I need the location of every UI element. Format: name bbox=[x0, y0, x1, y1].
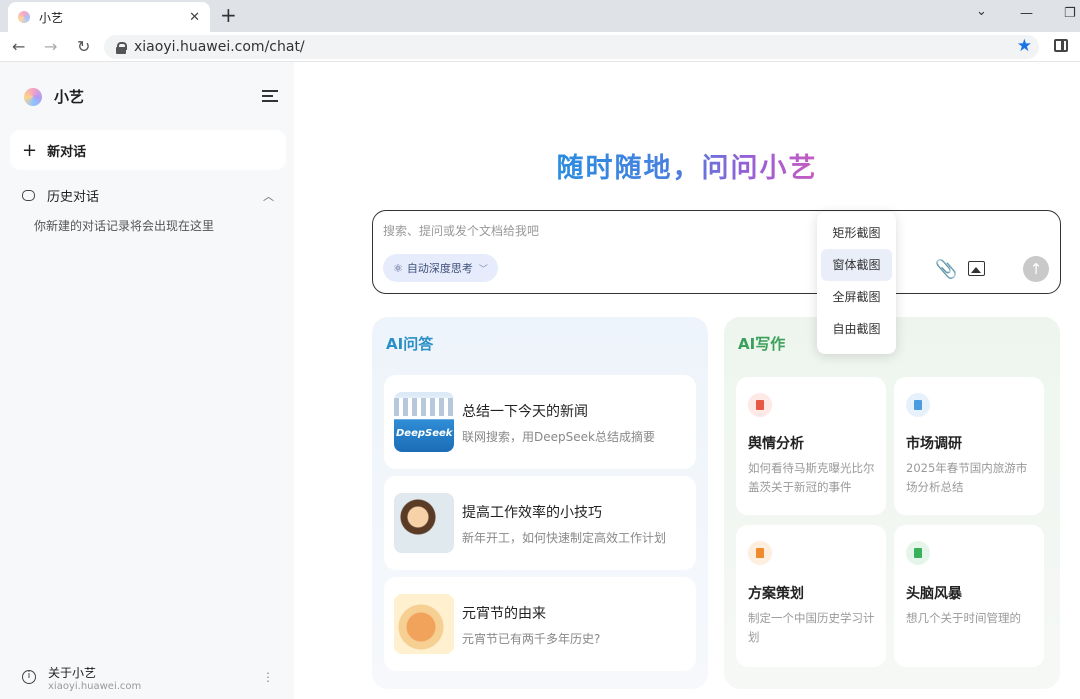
bookmark-star-icon[interactable]: ★ bbox=[1017, 36, 1032, 56]
lock-icon bbox=[116, 41, 127, 54]
address-bar[interactable]: xiaoyi.huawei.com/chat/ bbox=[104, 35, 1039, 59]
favicon-icon bbox=[18, 11, 30, 23]
history-label: 历史对话 bbox=[47, 190, 100, 205]
browser-tab[interactable]: 小艺 ✕ bbox=[8, 2, 210, 32]
new-chat-label: 新对话 bbox=[47, 144, 87, 160]
ai-writing-panel: AI写作 舆情分析 如何看待马斯克曝光比尔盖茨关于新冠的事件 市场调研 2025… bbox=[724, 317, 1060, 689]
collapse-sidebar-icon[interactable] bbox=[262, 90, 278, 102]
brand: 小艺 bbox=[24, 86, 84, 107]
lantern-festival-thumbnail bbox=[394, 594, 454, 654]
about-xiaoyi-link[interactable]: i 关于小艺 xiaoyi.huawei.com bbox=[22, 664, 141, 692]
history-section-toggle[interactable]: 历史对话 ︿ bbox=[22, 186, 274, 205]
menu-item-window-screenshot[interactable]: 窗体截图 bbox=[821, 249, 892, 281]
close-tab-icon[interactable]: ✕ bbox=[189, 10, 200, 25]
writing-card-title: 舆情分析 bbox=[748, 436, 804, 452]
atom-icon: ⚛ bbox=[393, 261, 403, 275]
image-upload-icon[interactable] bbox=[968, 261, 985, 276]
restore-button[interactable]: ❐ bbox=[1064, 6, 1076, 21]
chevron-down-icon: ﹀ bbox=[478, 264, 488, 275]
qa-card-subtitle: 新年开工，如何快速制定高效工作计划 bbox=[462, 531, 667, 545]
paperclip-icon[interactable]: 📎 bbox=[935, 259, 957, 280]
writing-card-subtitle: 如何看待马斯克曝光比尔盖茨关于新冠的事件 bbox=[748, 461, 875, 494]
writing-card[interactable]: 方案策划 制定一个中国历史学习计划 bbox=[736, 525, 886, 667]
qa-card[interactable]: 元宵节的由来 元宵节已有两千多年历史? bbox=[384, 577, 696, 671]
about-title: 关于小艺 bbox=[48, 666, 97, 680]
qa-card-subtitle: 联网搜索，用DeepSeek总结成摘要 bbox=[462, 430, 655, 444]
writing-card[interactable]: 头脑风暴 想几个关于时间管理的 bbox=[894, 525, 1044, 667]
document-icon bbox=[906, 393, 930, 417]
qa-card-title: 元宵节的由来 bbox=[462, 606, 546, 622]
productivity-thumbnail bbox=[394, 493, 454, 553]
new-chat-button[interactable]: + 新对话 bbox=[10, 130, 286, 170]
chat-input-placeholder[interactable]: 搜索、提问或发个文档给我吧 bbox=[383, 222, 539, 239]
writing-card-title: 头脑风暴 bbox=[906, 586, 962, 602]
news-thumbnail: DeepSeek bbox=[394, 392, 454, 452]
browser-tab-strip: 小艺 ✕ + ⌄ — ❐ bbox=[0, 0, 1080, 32]
qa-card[interactable]: 提高工作效率的小技巧 新年开工，如何快速制定高效工作计划 bbox=[384, 476, 696, 570]
document-icon bbox=[748, 541, 772, 565]
writing-card-subtitle: 2025年春节国内旅游市场分析总结 bbox=[906, 461, 1028, 494]
new-tab-button[interactable]: + bbox=[220, 5, 237, 25]
history-empty-text: 你新建的对话记录将会出现在这里 bbox=[34, 219, 215, 233]
deep-think-label: 自动深度思考 bbox=[406, 262, 473, 275]
chat-composer[interactable]: 搜索、提问或发个文档给我吧 ⚛ 自动深度思考 ﹀ 📎 ↑ bbox=[372, 210, 1061, 294]
chevron-up-icon: ︿ bbox=[263, 189, 274, 203]
info-icon: i bbox=[22, 670, 36, 684]
about-url: xiaoyi.huawei.com bbox=[48, 681, 142, 692]
xiaoyi-logo-icon bbox=[24, 87, 42, 106]
menu-item-rectangle-screenshot[interactable]: 矩形截图 bbox=[821, 217, 892, 249]
screenshot-menu: 矩形截图 窗体截图 全屏截图 自由截图 bbox=[817, 212, 896, 354]
writing-card-subtitle: 想几个关于时间管理的 bbox=[906, 611, 1021, 625]
document-icon bbox=[906, 541, 930, 565]
back-button[interactable]: ← bbox=[12, 37, 25, 56]
ai-qa-panel: AI问答 DeepSeek 总结一下今天的新闻 联网搜索，用DeepSeek总结… bbox=[372, 317, 708, 689]
reload-button[interactable]: ↻ bbox=[77, 37, 90, 56]
menu-item-freeform-screenshot[interactable]: 自由截图 bbox=[821, 313, 892, 345]
tab-title: 小艺 bbox=[39, 10, 64, 25]
ai-writing-title: AI写作 bbox=[738, 335, 786, 353]
deep-think-toggle[interactable]: ⚛ 自动深度思考 ﹀ bbox=[383, 254, 498, 282]
brand-name: 小艺 bbox=[54, 88, 85, 106]
plus-icon: + bbox=[22, 139, 38, 161]
writing-card[interactable]: 市场调研 2025年春节国内旅游市场分析总结 bbox=[894, 377, 1044, 515]
main-content: 随时随地，问问小艺 搜索、提问或发个文档给我吧 ⚛ 自动深度思考 ﹀ 📎 ↑ A… bbox=[294, 62, 1080, 699]
send-button[interactable]: ↑ bbox=[1023, 256, 1049, 282]
writing-card-subtitle: 制定一个中国历史学习计划 bbox=[748, 611, 875, 644]
more-options-icon[interactable]: ⋮ bbox=[262, 670, 274, 684]
minimize-button[interactable]: — bbox=[1020, 6, 1033, 21]
sidebar: 小艺 + 新对话 历史对话 ︿ 你新建的对话记录将会出现在这里 i 关于小艺 x… bbox=[0, 62, 294, 699]
document-icon bbox=[748, 393, 772, 417]
qa-card-title: 总结一下今天的新闻 bbox=[462, 404, 588, 420]
qa-card[interactable]: DeepSeek 总结一下今天的新闻 联网搜索，用DeepSeek总结成摘要 bbox=[384, 375, 696, 469]
writing-card[interactable]: 舆情分析 如何看待马斯克曝光比尔盖茨关于新冠的事件 bbox=[736, 377, 886, 515]
hero-title: 随时随地，问问小艺 bbox=[556, 153, 818, 184]
side-panel-icon[interactable] bbox=[1054, 39, 1068, 52]
menu-item-fullscreen-screenshot[interactable]: 全屏截图 bbox=[821, 281, 892, 313]
qa-card-title: 提高工作效率的小技巧 bbox=[462, 505, 602, 521]
tab-search-icon[interactable]: ⌄ bbox=[976, 4, 987, 19]
address-url: xiaoyi.huawei.com/chat/ bbox=[134, 39, 305, 55]
ai-qa-title: AI问答 bbox=[386, 335, 434, 353]
chat-bubble-icon bbox=[22, 190, 35, 201]
writing-card-title: 方案策划 bbox=[748, 586, 804, 602]
qa-card-subtitle: 元宵节已有两千多年历史? bbox=[462, 632, 601, 646]
forward-button[interactable]: → bbox=[44, 37, 57, 56]
address-toolbar: ← → ↻ xiaoyi.huawei.com/chat/ bbox=[0, 32, 1080, 62]
writing-card-title: 市场调研 bbox=[906, 436, 962, 452]
